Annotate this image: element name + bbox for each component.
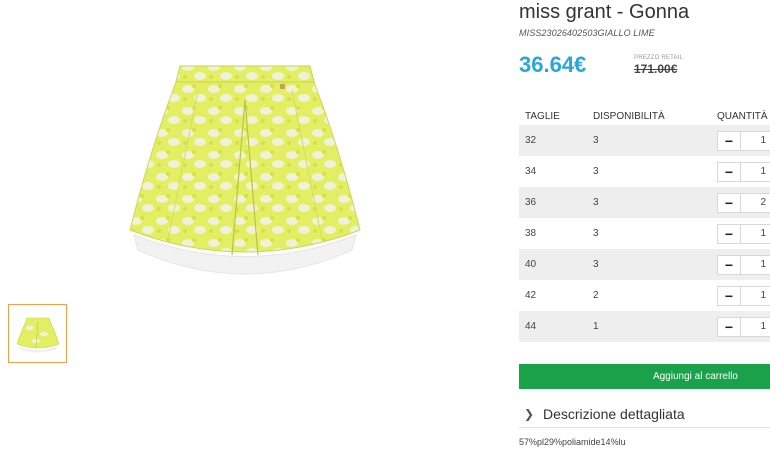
header-quantity: QUANTITÀ bbox=[717, 110, 768, 122]
sizes-table: TAGLIE DISPONIBILITÀ QUANTITÀ 32 3 − 1 3… bbox=[519, 107, 770, 342]
table-row: 32 3 − 1 bbox=[519, 125, 770, 156]
row-size: 34 bbox=[525, 166, 537, 177]
description-text: 57%pl29%poliamide14%lu bbox=[519, 437, 626, 447]
product-sku: MISS23026402503GIALLO LIME bbox=[519, 28, 655, 38]
sizes-table-header: TAGLIE DISPONIBILITÀ QUANTITÀ bbox=[519, 107, 770, 125]
table-row: 40 3 − 1 bbox=[519, 249, 770, 280]
header-availability: DISPONIBILITÀ bbox=[593, 110, 665, 122]
quantity-stepper: − 1 bbox=[717, 316, 770, 337]
quantity-stepper: − 1 bbox=[717, 285, 770, 306]
row-size: 40 bbox=[519, 249, 587, 280]
row-size: 42 bbox=[525, 290, 537, 301]
table-row: 38 3 − 1 bbox=[519, 218, 770, 249]
product-price: 36.64€ bbox=[519, 52, 587, 77]
quantity-stepper: − 1 bbox=[717, 130, 770, 151]
quantity-input[interactable]: 1 bbox=[741, 130, 770, 151]
quantity-minus-button[interactable]: − bbox=[717, 316, 741, 337]
quantity-input[interactable]: 1 bbox=[741, 223, 770, 244]
quantity-stepper: − 1 bbox=[717, 254, 770, 275]
add-to-cart-button[interactable]: Aggiungi al carrello bbox=[519, 364, 770, 389]
row-availability: 3 bbox=[587, 187, 711, 218]
row-size: 44 bbox=[519, 311, 587, 342]
row-availability: 3 bbox=[593, 166, 599, 177]
row-availability: 2 bbox=[593, 290, 599, 301]
quantity-input[interactable]: 1 bbox=[741, 316, 770, 337]
quantity-input[interactable]: 1 bbox=[741, 285, 770, 306]
quantity-stepper: − 1 bbox=[717, 223, 770, 244]
quantity-input[interactable]: 1 bbox=[741, 254, 770, 275]
quantity-stepper: − 2 bbox=[717, 192, 770, 213]
chevron-right-icon: ❯ bbox=[523, 406, 535, 421]
row-availability: 3 bbox=[593, 228, 599, 239]
product-main-image bbox=[128, 60, 362, 300]
skirt-image bbox=[129, 65, 361, 275]
quantity-input[interactable]: 2 bbox=[741, 192, 770, 213]
table-row: 36 3 − 2 bbox=[519, 187, 770, 218]
header-size: TAGLIE bbox=[525, 110, 560, 122]
detailed-description-toggle[interactable]: ❯ Descrizione dettagliata bbox=[519, 400, 770, 428]
retail-price-label: PREZZO RETAIL bbox=[634, 55, 684, 61]
row-availability: 3 bbox=[587, 125, 711, 156]
row-availability: 3 bbox=[587, 249, 711, 280]
quantity-minus-button[interactable]: − bbox=[717, 161, 741, 182]
retail-price: 171.00€ bbox=[634, 62, 678, 76]
quantity-minus-button[interactable]: − bbox=[717, 285, 741, 306]
quantity-minus-button[interactable]: − bbox=[717, 130, 741, 151]
row-size: 32 bbox=[519, 125, 587, 156]
quantity-stepper: − 1 bbox=[717, 161, 770, 182]
row-availability: 1 bbox=[587, 311, 711, 342]
table-row: 42 2 − 1 bbox=[519, 280, 770, 311]
row-size: 36 bbox=[519, 187, 587, 218]
skirt-thumbnail bbox=[16, 317, 59, 352]
quantity-minus-button[interactable]: − bbox=[717, 192, 741, 213]
table-row: 44 1 − 1 bbox=[519, 311, 770, 342]
quantity-minus-button[interactable]: − bbox=[717, 223, 741, 244]
quantity-input[interactable]: 1 bbox=[741, 161, 770, 182]
product-thumbnail[interactable] bbox=[8, 304, 67, 363]
product-title: miss grant - Gonna bbox=[519, 1, 690, 23]
row-size: 38 bbox=[525, 228, 537, 239]
table-row: 34 3 − 1 bbox=[519, 156, 770, 187]
quantity-minus-button[interactable]: − bbox=[717, 254, 741, 275]
detailed-description-label: Descrizione dettagliata bbox=[543, 405, 685, 422]
